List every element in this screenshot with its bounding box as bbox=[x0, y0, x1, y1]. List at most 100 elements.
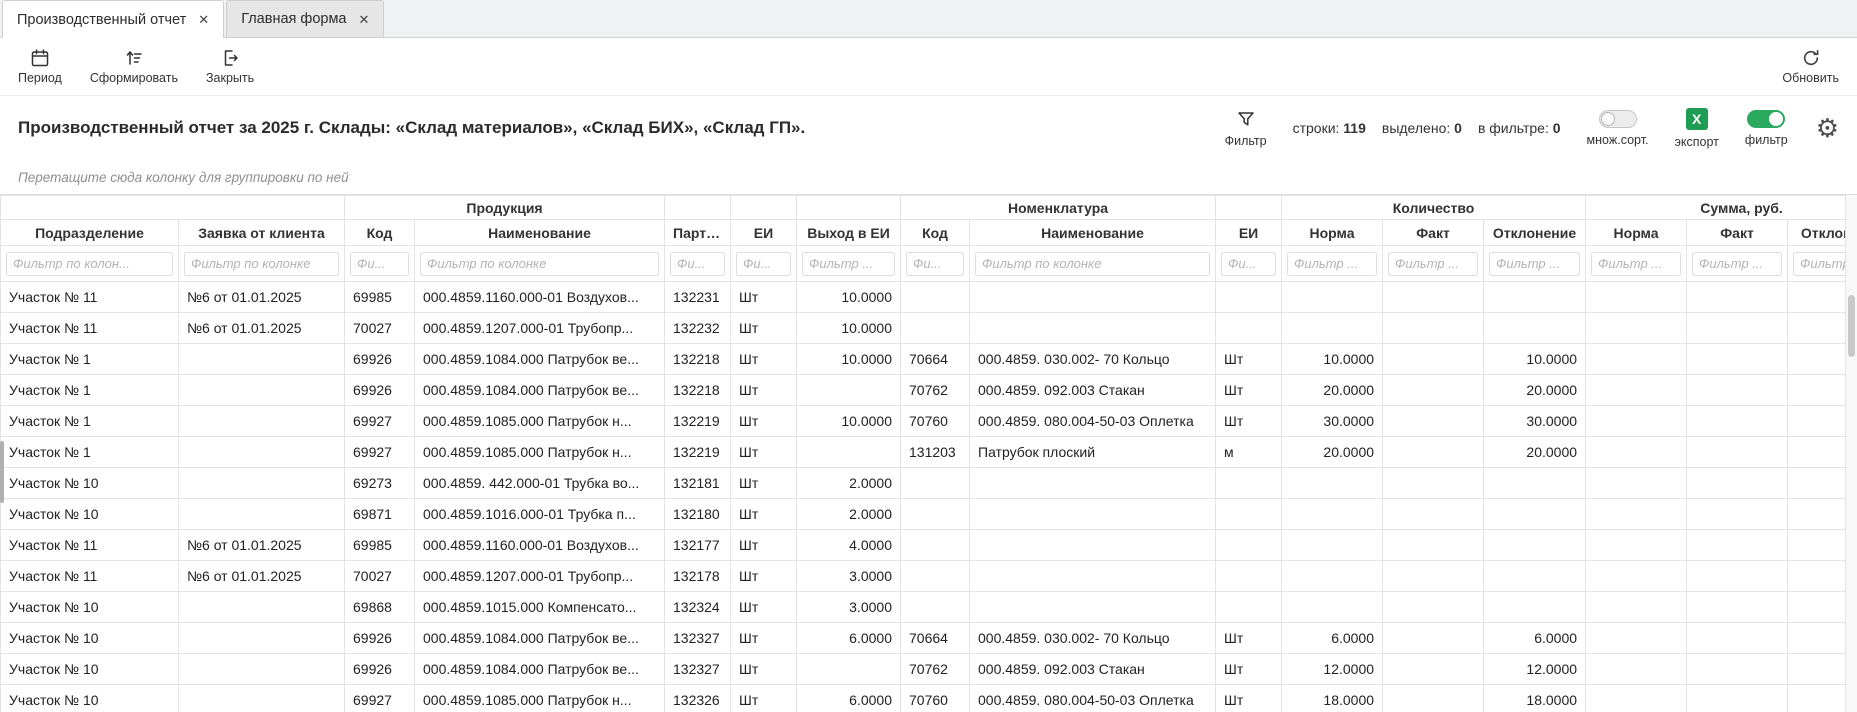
column-header-9[interactable]: ЕИ bbox=[1216, 220, 1282, 246]
column-filter-input-8[interactable] bbox=[975, 252, 1210, 276]
table-row[interactable]: Участок № 1069926000.4859.1084.000 Патру… bbox=[1, 623, 1857, 654]
calendar-icon bbox=[30, 48, 50, 68]
filter-button[interactable]: Фильтр bbox=[1225, 109, 1267, 148]
cell: 000.4859.1015.000 Компенсато... bbox=[415, 592, 665, 623]
tab-main-form[interactable]: Главная форма ✕ bbox=[226, 0, 384, 37]
table-row[interactable]: Участок № 11№6 от 01.01.202569985000.485… bbox=[1, 530, 1857, 561]
cell: 000.4859.1160.000-01 Воздухов... bbox=[415, 530, 665, 561]
cell bbox=[179, 685, 345, 712]
column-filter-input-12[interactable] bbox=[1489, 252, 1580, 276]
column-header-10[interactable]: Норма bbox=[1282, 220, 1383, 246]
column-filter-input-2[interactable] bbox=[350, 252, 409, 276]
cell: Шт bbox=[731, 282, 797, 313]
column-filter-input-13[interactable] bbox=[1591, 252, 1681, 276]
column-filter-input-11[interactable] bbox=[1388, 252, 1478, 276]
cell: Шт bbox=[1216, 685, 1282, 712]
column-header-13[interactable]: Норма bbox=[1586, 220, 1687, 246]
filter-cell bbox=[665, 246, 731, 282]
cell bbox=[179, 468, 345, 499]
cell: 132232 bbox=[665, 313, 731, 344]
cell: 12.0000 bbox=[1484, 654, 1586, 685]
column-filter-input-0[interactable] bbox=[6, 252, 173, 276]
column-filter-input-14[interactable] bbox=[1692, 252, 1782, 276]
cell bbox=[1687, 406, 1788, 437]
excel-export-icon[interactable]: X bbox=[1686, 108, 1708, 130]
column-group-1: Продукция bbox=[345, 196, 665, 220]
cell: 69868 bbox=[345, 592, 415, 623]
cell bbox=[1586, 375, 1687, 406]
settings-gear-icon[interactable]: ⚙ bbox=[1816, 115, 1839, 141]
column-header-11[interactable]: Факт bbox=[1383, 220, 1484, 246]
column-filter-input-4[interactable] bbox=[670, 252, 725, 276]
table-row[interactable]: Участок № 1069868000.4859.1015.000 Компе… bbox=[1, 592, 1857, 623]
column-header-7[interactable]: Код bbox=[901, 220, 970, 246]
cell: 10.0000 bbox=[1282, 344, 1383, 375]
close-icon[interactable]: ✕ bbox=[359, 13, 370, 26]
column-filter-input-7[interactable] bbox=[906, 252, 964, 276]
column-header-1[interactable]: Заявка от клиента bbox=[179, 220, 345, 246]
column-filter-input-9[interactable] bbox=[1221, 252, 1276, 276]
cell bbox=[1216, 282, 1282, 313]
scrollbar-thumb[interactable] bbox=[1848, 295, 1855, 357]
column-filter-input-6[interactable] bbox=[802, 252, 895, 276]
tab-production-report[interactable]: Производственный отчет ✕ bbox=[2, 0, 224, 38]
cell: 69926 bbox=[345, 654, 415, 685]
cell: Шт bbox=[731, 406, 797, 437]
table-row[interactable]: Участок № 11№6 от 01.01.202569985000.485… bbox=[1, 282, 1857, 313]
cell: Участок № 10 bbox=[1, 468, 179, 499]
column-filter-input-10[interactable] bbox=[1287, 252, 1377, 276]
table-row[interactable]: Участок № 1069273000.4859. 442.000-01 Тр… bbox=[1, 468, 1857, 499]
cell: 4.0000 bbox=[797, 530, 901, 561]
cell: 70027 bbox=[345, 313, 415, 344]
multisort-toggle[interactable] bbox=[1599, 110, 1637, 128]
table-row[interactable]: Участок № 1069927000.4859.1085.000 Патру… bbox=[1, 685, 1857, 712]
left-scroll-marker[interactable] bbox=[0, 441, 4, 503]
vertical-scrollbar[interactable] bbox=[1845, 195, 1857, 712]
table-row[interactable]: Участок № 11№6 от 01.01.202570027000.485… bbox=[1, 313, 1857, 344]
filter-toggle[interactable] bbox=[1747, 110, 1785, 128]
cell: 70762 bbox=[901, 654, 970, 685]
cell: 18.0000 bbox=[1282, 685, 1383, 712]
period-button[interactable]: Период bbox=[18, 48, 62, 85]
table-row[interactable]: Участок № 1069926000.4859.1084.000 Патру… bbox=[1, 654, 1857, 685]
export-label: экспорт bbox=[1675, 135, 1719, 149]
group-by-dropzone[interactable]: Перетащите сюда колонку для группировки … bbox=[0, 160, 1857, 194]
cell bbox=[1282, 530, 1383, 561]
generate-button[interactable]: Сформировать bbox=[90, 48, 178, 85]
close-report-button[interactable]: Закрыть bbox=[206, 48, 254, 85]
table-row[interactable]: Участок № 169926000.4859.1084.000 Патруб… bbox=[1, 375, 1857, 406]
cell bbox=[1216, 561, 1282, 592]
table-row[interactable]: Участок № 11№6 от 01.01.202570027000.485… bbox=[1, 561, 1857, 592]
column-header-6[interactable]: Выход в ЕИ bbox=[797, 220, 901, 246]
table-row[interactable]: Участок № 1069871000.4859.1016.000-01 Тр… bbox=[1, 499, 1857, 530]
table-row[interactable]: Участок № 169926000.4859.1084.000 Патруб… bbox=[1, 344, 1857, 375]
column-group-spacer bbox=[1, 196, 345, 220]
cell: 2.0000 bbox=[797, 499, 901, 530]
table-row[interactable]: Участок № 169927000.4859.1085.000 Патруб… bbox=[1, 406, 1857, 437]
column-header-4[interactable]: Партия bbox=[665, 220, 731, 246]
column-filter-input-5[interactable] bbox=[736, 252, 791, 276]
column-header-5[interactable]: ЕИ bbox=[731, 220, 797, 246]
cell: Шт bbox=[1216, 406, 1282, 437]
refresh-button[interactable]: Обновить bbox=[1782, 48, 1839, 85]
cell bbox=[1687, 468, 1788, 499]
column-header-8[interactable]: Наименование bbox=[970, 220, 1216, 246]
column-header-14[interactable]: Факт bbox=[1687, 220, 1788, 246]
column-header-3[interactable]: Наименование bbox=[415, 220, 665, 246]
table-row[interactable]: Участок № 169927000.4859.1085.000 Патруб… bbox=[1, 437, 1857, 468]
filter-cell bbox=[1687, 246, 1788, 282]
cell: 132218 bbox=[665, 375, 731, 406]
cell: Шт bbox=[731, 313, 797, 344]
close-icon[interactable]: ✕ bbox=[198, 13, 209, 26]
cell bbox=[179, 654, 345, 685]
column-filter-input-3[interactable] bbox=[420, 252, 659, 276]
column-header-2[interactable]: Код bbox=[345, 220, 415, 246]
cell bbox=[1586, 344, 1687, 375]
column-filter-input-1[interactable] bbox=[184, 252, 339, 276]
filter-toggle-label: фильтр bbox=[1745, 133, 1788, 147]
cell: 20.0000 bbox=[1484, 375, 1586, 406]
column-header-12[interactable]: Отклонение bbox=[1484, 220, 1586, 246]
cell bbox=[970, 530, 1216, 561]
column-header-0[interactable]: Подразделение bbox=[1, 220, 179, 246]
cell: 000.4859. 030.002- 70 Кольцо bbox=[970, 623, 1216, 654]
